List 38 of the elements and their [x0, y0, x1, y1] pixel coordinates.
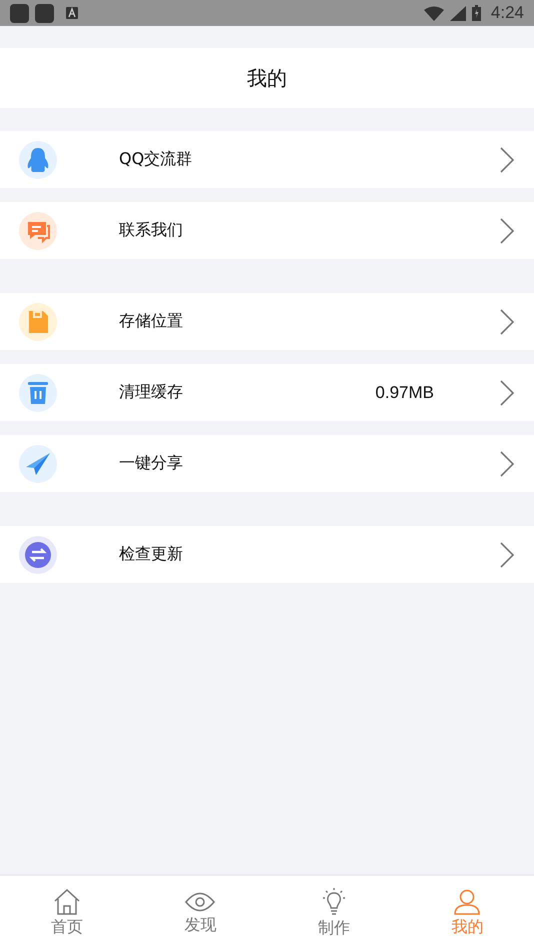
- keyboard-icon: [66, 7, 78, 19]
- menu-item[interactable]: 检查更新: [0, 526, 534, 583]
- chevron-right-icon: [500, 146, 514, 172]
- trash-icon: [27, 380, 49, 404]
- menu-label: 检查更新: [119, 544, 184, 565]
- chevron-right-icon: [500, 542, 514, 568]
- folder-icon: [27, 310, 49, 334]
- menu-item[interactable]: 清理缓存 0.97MB: [0, 364, 534, 421]
- nav-tab[interactable]: 制作: [267, 876, 400, 950]
- nav-tab[interactable]: 发现: [134, 876, 267, 950]
- battery-icon: [472, 5, 481, 21]
- paper-plane-icon: [25, 452, 51, 476]
- menu-label: 清理缓存: [119, 382, 184, 403]
- chevron-right-icon: [500, 308, 514, 334]
- menu-label: QQ交流群: [119, 149, 194, 170]
- menu-label: 存储位置: [119, 311, 184, 332]
- wifi-icon: [424, 6, 444, 20]
- cache-size: 0.97MB: [375, 382, 434, 402]
- sync-icon: [25, 542, 51, 568]
- chevron-right-icon: [500, 380, 514, 406]
- penguin-icon: [26, 146, 50, 172]
- notification-icon: [35, 4, 54, 22]
- page-title: 我的: [247, 64, 287, 92]
- menu-item[interactable]: 一键分享: [0, 435, 534, 492]
- home-icon: [52, 888, 81, 914]
- chevron-right-icon: [500, 218, 514, 244]
- chevron-right-icon: [500, 450, 514, 476]
- menu-label: 联系我们: [119, 220, 184, 241]
- eye-icon: [185, 890, 216, 912]
- notification-icon: [10, 4, 29, 22]
- person-icon: [454, 888, 480, 914]
- menu-label: 一键分享: [119, 453, 184, 474]
- signal-icon: [450, 6, 466, 20]
- nav-tab[interactable]: 首页: [0, 876, 134, 950]
- menu-item[interactable]: 存储位置: [0, 293, 534, 350]
- clock-time: 4:24: [490, 3, 524, 23]
- menu-item[interactable]: 联系我们: [0, 202, 534, 259]
- menu-item[interactable]: QQ交流群: [0, 131, 534, 188]
